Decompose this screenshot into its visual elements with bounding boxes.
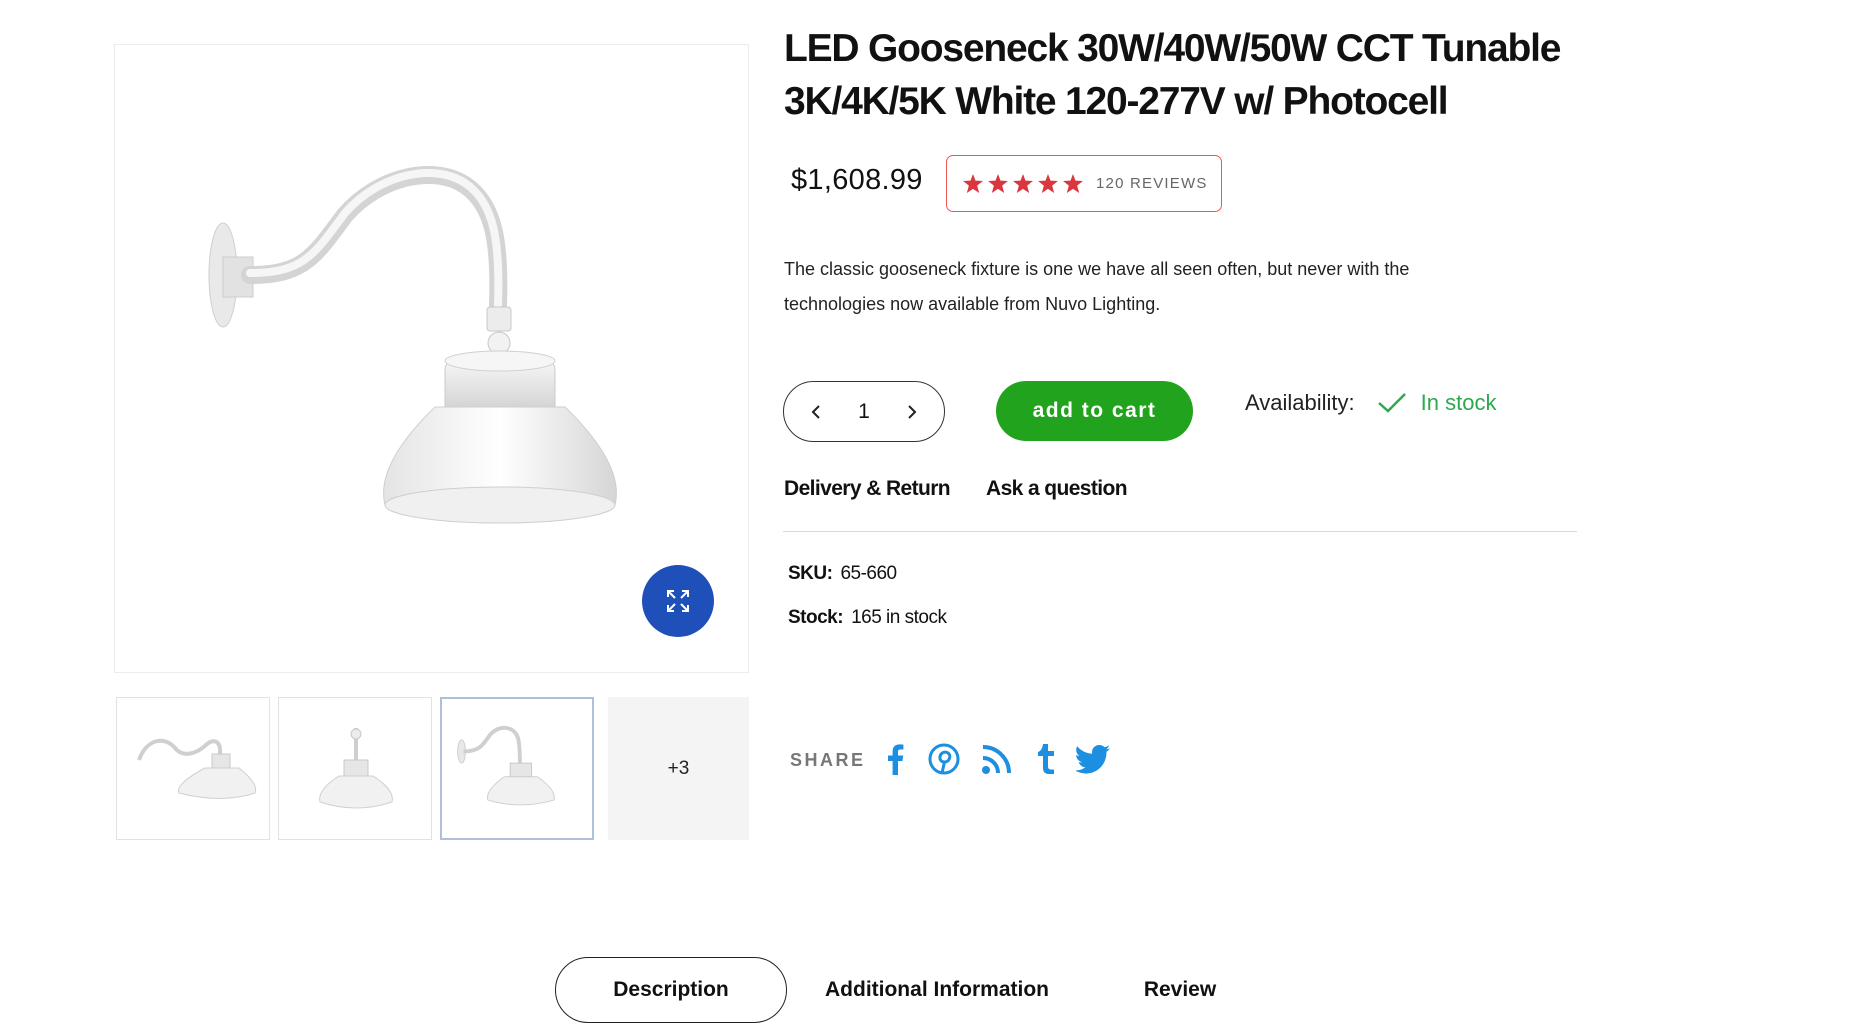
star-rating — [963, 174, 1083, 193]
thumbnail-2[interactable] — [278, 697, 432, 840]
title-line-1: LED Gooseneck 30W/40W/50W CCT Tunable — [784, 27, 1561, 70]
rss-icon[interactable] — [981, 742, 1013, 776]
star-icon — [988, 174, 1008, 193]
zoom-button[interactable] — [642, 565, 714, 637]
product-title: LED Gooseneck 30W/40W/50W CCT Tunable 3K… — [784, 22, 1604, 128]
decrease-quantity-button[interactable] — [806, 402, 826, 422]
star-icon — [1038, 174, 1058, 193]
thumbnail-3[interactable] — [440, 697, 594, 840]
star-icon — [1013, 174, 1033, 193]
product-price: $1,608.99 — [791, 164, 923, 196]
reviews-count: 120 REVIEWS — [1096, 175, 1208, 192]
star-icon — [1063, 174, 1083, 193]
twitter-icon[interactable] — [1076, 742, 1110, 776]
tab-description[interactable]: Description — [555, 957, 787, 1023]
add-to-cart-button[interactable]: add to cart — [996, 381, 1193, 441]
chevron-right-icon — [908, 404, 917, 419]
lamp-thumbnail-image — [137, 738, 257, 799]
divider — [783, 531, 1577, 532]
chevron-left-icon — [811, 404, 820, 419]
check-icon — [1377, 392, 1407, 414]
rating-badge[interactable]: 120 REVIEWS — [946, 155, 1222, 212]
product-main-image[interactable] — [114, 44, 749, 673]
thumbnail-1[interactable] — [116, 697, 270, 840]
facebook-icon[interactable] — [886, 742, 904, 776]
delivery-return-link[interactable]: Delivery & Return — [784, 477, 951, 501]
quantity-stepper — [783, 381, 945, 442]
star-icon — [963, 174, 983, 193]
tab-additional-information[interactable]: Additional Information — [812, 957, 1062, 1023]
share-label: SHARE — [790, 750, 866, 770]
availability-label: Availability: — [1245, 390, 1355, 415]
lamp-thumbnail-image — [457, 725, 555, 806]
availability: Availability: In stock — [1245, 390, 1496, 416]
more-images-button[interactable]: +3 — [608, 697, 749, 840]
quantity-input[interactable] — [839, 399, 889, 424]
gooseneck-lamp-image — [208, 166, 617, 524]
pinterest-icon[interactable] — [928, 742, 960, 776]
more-images-label: +3 — [667, 757, 690, 779]
sku-label: SKU: — [788, 563, 833, 584]
expand-icon — [667, 590, 689, 612]
stock-label: Stock: — [788, 607, 844, 628]
product-description: The classic gooseneck fixture is one we … — [784, 259, 1410, 314]
lamp-thumbnail-image — [319, 728, 393, 809]
availability-status: In stock — [1420, 390, 1497, 415]
sku-row: SKU: 65-660 — [788, 563, 897, 585]
sku-value: 65-660 — [840, 563, 897, 584]
stock-row: Stock: 165 in stock — [788, 607, 947, 629]
tab-review[interactable]: Review — [1110, 957, 1250, 1023]
increase-quantity-button[interactable] — [902, 402, 922, 422]
tumblr-icon[interactable] — [1035, 742, 1057, 776]
stock-value: 165 in stock — [851, 607, 947, 628]
title-line-2: 3K/4K/5K White 120-277V w/ Photocell — [784, 80, 1449, 123]
ask-question-link[interactable]: Ask a question — [986, 477, 1128, 501]
